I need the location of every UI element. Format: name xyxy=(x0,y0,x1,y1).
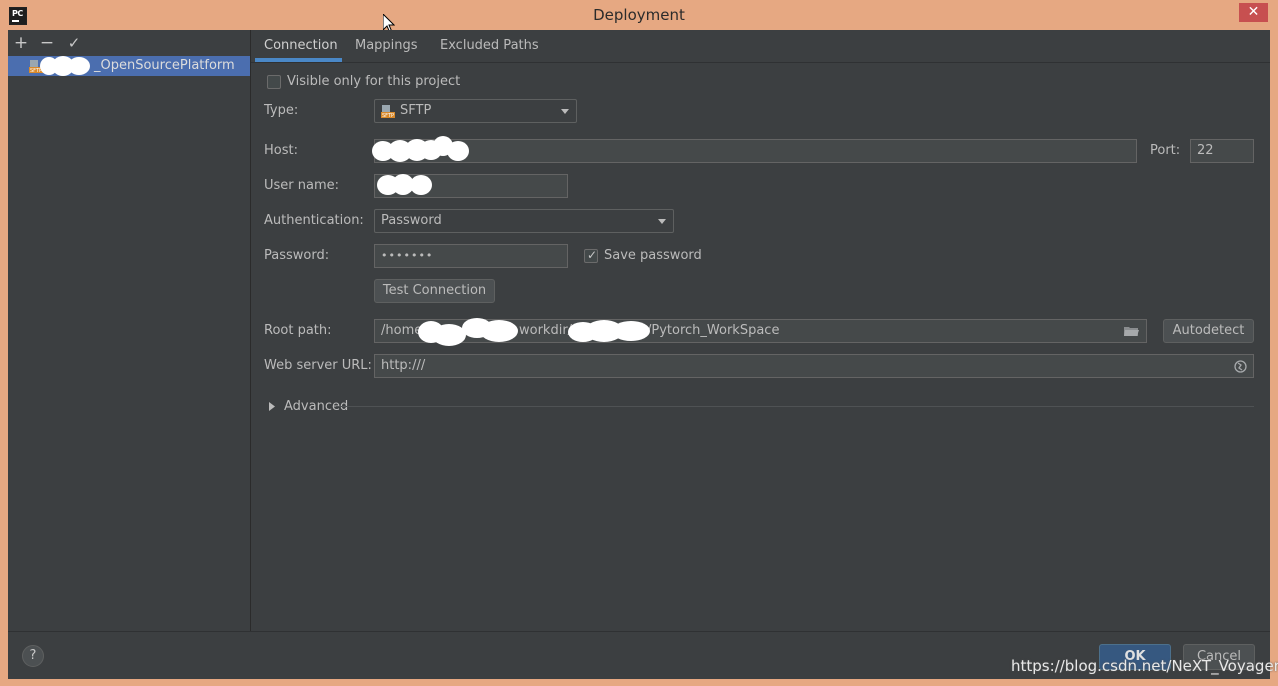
root-path-suffix: /Pytorch_WorkSpace xyxy=(647,323,780,338)
tab-bar: Connection Mappings Excluded Paths xyxy=(251,30,1270,63)
advanced-divider xyxy=(336,406,1254,407)
apply-default-button[interactable]: ✓ xyxy=(65,34,83,52)
server-list-panel: + − ✓ SFTP _OpenSourcePlatform xyxy=(8,30,251,631)
server-name-label: _OpenSourcePlatform xyxy=(94,58,235,73)
redaction-blob xyxy=(447,141,469,161)
globe-icon[interactable] xyxy=(1234,360,1247,373)
redaction-blob xyxy=(480,320,518,342)
window-title: Deployment xyxy=(593,6,685,24)
server-list-item[interactable]: SFTP _OpenSourcePlatform xyxy=(8,56,250,76)
redaction-blob xyxy=(612,321,650,341)
chevron-down-icon xyxy=(658,219,666,224)
redaction-blob xyxy=(68,57,90,75)
password-label: Password: xyxy=(264,248,330,263)
type-label: Type: xyxy=(264,103,299,118)
type-value: SFTP xyxy=(400,103,432,118)
port-label: Port: xyxy=(1150,143,1181,158)
tab-excluded-paths[interactable]: Excluded Paths xyxy=(440,38,539,53)
close-button[interactable]: ✕ xyxy=(1239,3,1268,22)
autodetect-button[interactable]: Autodetect xyxy=(1163,319,1254,343)
password-input[interactable]: ••••••• xyxy=(374,244,568,268)
tab-connection[interactable]: Connection xyxy=(264,38,338,53)
tab-mappings[interactable]: Mappings xyxy=(355,38,418,53)
chevron-right-icon xyxy=(269,402,275,411)
authentication-select[interactable]: Password xyxy=(374,209,674,233)
active-tab-indicator xyxy=(255,58,342,62)
host-label: Host: xyxy=(264,143,298,158)
web-server-url-value: http:/// xyxy=(381,358,426,373)
root-path-label: Root path: xyxy=(264,323,332,338)
save-password-label: Save password xyxy=(604,248,702,263)
root-path-mid: workdir/ xyxy=(519,323,573,338)
username-label: User name: xyxy=(264,178,340,193)
chevron-down-icon xyxy=(561,109,569,114)
checkmark-icon: ✓ xyxy=(587,248,598,262)
remove-server-button[interactable]: − xyxy=(38,34,56,52)
host-input[interactable] xyxy=(374,139,1137,163)
help-button[interactable]: ? xyxy=(22,645,44,667)
port-input[interactable]: 22 xyxy=(1190,139,1254,163)
watermark-text: https://blog.csdn.net/NeXT_Voyager xyxy=(1011,657,1278,675)
web-server-url-label: Web server URL: xyxy=(264,358,372,373)
test-connection-button[interactable]: Test Connection xyxy=(374,279,495,303)
visible-only-label: Visible only for this project xyxy=(287,74,461,89)
redaction-blob xyxy=(432,324,466,346)
authentication-value: Password xyxy=(381,213,442,228)
svg-text:SFTP: SFTP xyxy=(382,113,394,118)
save-password-checkbox[interactable]: ✓ xyxy=(584,248,598,263)
folder-icon[interactable] xyxy=(1124,325,1139,337)
visible-only-checkbox[interactable] xyxy=(267,75,281,89)
add-server-button[interactable]: + xyxy=(12,34,30,52)
sftp-icon: SFTP xyxy=(381,105,395,118)
type-select[interactable]: SFTP SFTP xyxy=(374,99,577,123)
authentication-label: Authentication: xyxy=(264,213,364,228)
web-server-url-input[interactable]: http:/// xyxy=(374,354,1254,378)
title-bar: PC Deployment ✕ xyxy=(0,0,1278,30)
redaction-blob xyxy=(410,175,432,195)
